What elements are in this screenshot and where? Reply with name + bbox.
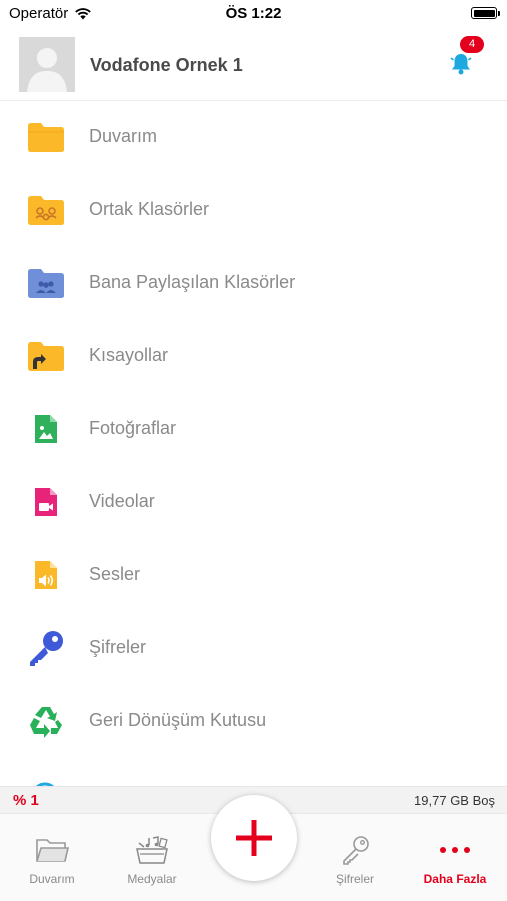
- tab-daha-fazla[interactable]: Daha Fazla: [405, 814, 505, 901]
- menu-item-label: Kısayollar: [89, 345, 169, 365]
- menu-item-label: Sesler: [89, 564, 141, 584]
- user-name: Vodafone Ornek 1: [90, 55, 243, 75]
- folder-icon: [26, 118, 66, 156]
- menu-item-label: Geri Dönüşüm Kutusu: [89, 710, 267, 730]
- tab-medyalar[interactable]: Medyalar: [102, 814, 202, 901]
- menu-item-kisayollar[interactable]: Kısayollar: [0, 319, 507, 392]
- menu-item-duvarim[interactable]: Duvarım: [0, 100, 507, 173]
- audio-file-icon: [26, 556, 66, 594]
- notification-bell-icon[interactable]: [450, 52, 472, 76]
- menu-item-ortak-klasorler[interactable]: Ortak Klasörler: [0, 173, 507, 246]
- menu-item-label: Bana Paylaşılan Klasörler: [89, 272, 296, 292]
- menu-item-label: Duvarım: [89, 126, 158, 146]
- menu-item-bana-paylasilan[interactable]: Bana Paylaşılan Klasörler: [0, 246, 507, 319]
- menu-item-geri-donusum[interactable]: Geri Dönüşüm Kutusu: [0, 684, 507, 757]
- battery-icon: [471, 7, 500, 19]
- more-dots-icon: [405, 834, 505, 866]
- tab-label: Medyalar: [127, 872, 177, 886]
- tab-label: Şifreler: [335, 872, 374, 886]
- shared-with-me-folder-icon: [26, 264, 66, 302]
- tab-sifreler[interactable]: Şifreler: [305, 814, 405, 901]
- menu-item-fotograflar[interactable]: Fotoğraflar: [0, 392, 507, 465]
- recycle-icon: [26, 702, 66, 740]
- key-icon: [26, 629, 66, 667]
- key-outline-icon: [305, 834, 405, 866]
- status-bar: Operatör ÖS 1:22: [0, 0, 507, 28]
- tab-label: Daha Fazla: [423, 872, 487, 886]
- profile-header: Vodafone Ornek 1 4: [0, 28, 507, 101]
- menu-item-label: Videolar: [89, 491, 155, 511]
- menu-item-sifreler[interactable]: Şifreler: [0, 611, 507, 684]
- storage-free-space: 19,77 GB Boş: [414, 793, 495, 808]
- user-silhouette-icon: [19, 37, 75, 92]
- storage-percent: % 1: [13, 792, 39, 809]
- shared-folder-icon: [26, 191, 66, 229]
- photo-file-icon: [26, 410, 66, 448]
- menu-item-label: Fotoğraflar: [89, 418, 177, 438]
- tab-duvarim[interactable]: Duvarım: [2, 814, 102, 901]
- tab-label: Duvarım: [29, 872, 75, 886]
- add-button[interactable]: [211, 795, 297, 881]
- folder-outline-icon: [2, 834, 102, 866]
- notification-count-badge: 4: [460, 36, 484, 53]
- plus-icon: [211, 795, 297, 881]
- menu-item-label: Şifreler: [89, 637, 147, 657]
- menu-item-videolar[interactable]: Videolar: [0, 465, 507, 538]
- menu-item-label: Ortak Klasörler: [89, 199, 210, 219]
- clock: ÖS 1:22: [225, 5, 282, 22]
- video-file-icon: [26, 483, 66, 521]
- menu-item-sesler[interactable]: Sesler: [0, 538, 507, 611]
- menu-item-partial[interactable]: [0, 776, 507, 786]
- avatar[interactable]: [19, 37, 75, 92]
- media-icon: [102, 834, 202, 866]
- shortcut-folder-icon: [26, 337, 66, 375]
